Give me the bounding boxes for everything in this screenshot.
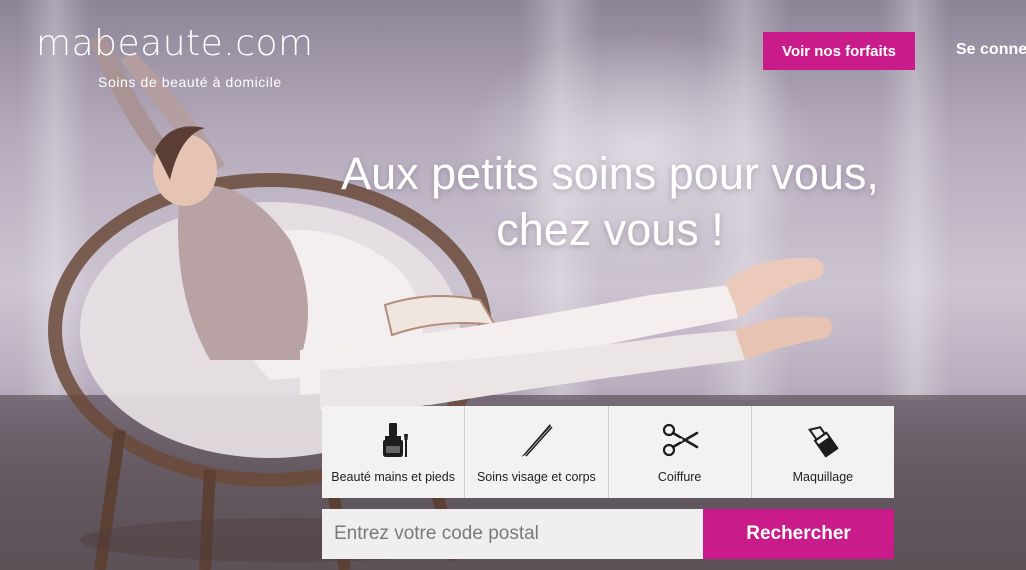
category-tile-hair[interactable]: Coiffure: [608, 406, 752, 498]
hero-headline: Aux petits soins pour vous, chez vous !: [260, 146, 960, 258]
tweezers-icon: [521, 424, 553, 457]
headline-line-1: Aux petits soins pour vous,: [341, 148, 879, 199]
search-button[interactable]: Rechercher: [703, 509, 894, 559]
site-tagline: Soins de beauté à domicile: [98, 74, 282, 90]
headline-line-2: chez vous !: [496, 204, 724, 255]
logo-text: mabeaute: [36, 23, 224, 64]
category-tile-nails[interactable]: Beauté mains et pieds: [322, 406, 466, 498]
nail-polish-icon: [383, 423, 409, 457]
postal-search-bar: Rechercher: [322, 509, 894, 559]
postal-code-input[interactable]: [322, 509, 703, 559]
category-label: Maquillage: [792, 470, 854, 484]
logo-suffix: .com: [223, 23, 314, 64]
category-label: Soins visage et corps: [476, 470, 596, 484]
site-logo[interactable]: mabeaute.com: [36, 26, 314, 62]
category-label: Coiffure: [657, 470, 702, 484]
login-link[interactable]: Se connecter: [956, 41, 1026, 59]
category-tiles: Beauté mains et pieds Soins visage et co…: [322, 406, 894, 498]
lipstick-icon: [807, 426, 839, 458]
view-plans-button[interactable]: Voir nos forfaits: [763, 32, 915, 70]
category-tile-makeup[interactable]: Maquillage: [751, 406, 894, 498]
category-label: Beauté mains et pieds: [331, 470, 455, 484]
scissors-icon: [662, 423, 698, 457]
category-tile-face-body[interactable]: Soins visage et corps: [465, 406, 609, 498]
